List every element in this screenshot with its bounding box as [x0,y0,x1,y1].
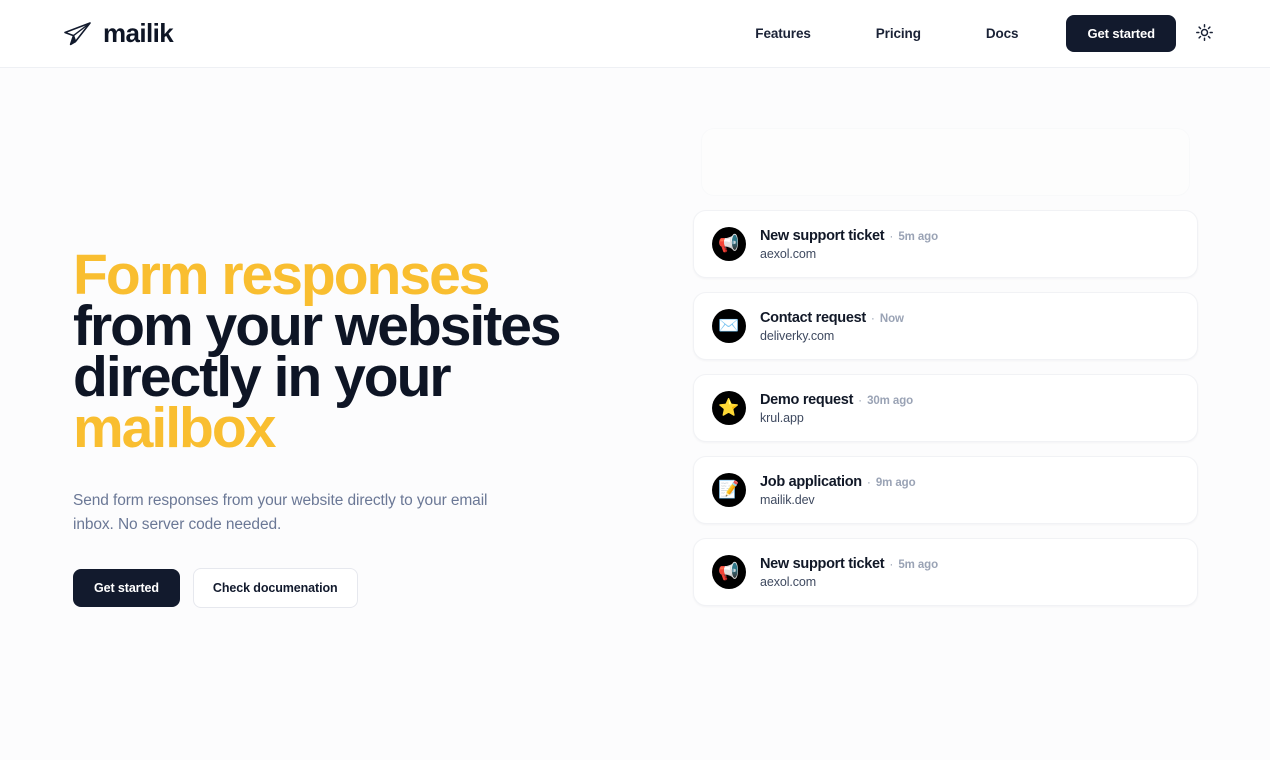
hero-visual: 📢 New support ticket · 5m ago aexol.com … [673,68,1216,760]
notification-timestamp: Now [879,312,904,325]
notification-domain: krul.app [760,410,804,425]
notification-timestamp: 30m ago [867,394,914,407]
notification-card[interactable]: 📢 New support ticket · 5m ago aexol.com [693,538,1198,606]
notification-separator: · [889,228,894,243]
notification-body: New support ticket · 5m ago aexol.com [760,228,938,261]
notification-body: Demo request · 30m ago krul.app [760,392,913,425]
notification-body: New support ticket · 5m ago aexol.com [760,556,938,589]
hero-section: Form responses from your websites direct… [0,68,1270,760]
megaphone-icon: 📢 [712,555,746,589]
hero-actions: Get started Check documenation [73,568,673,608]
notification-card[interactable]: 📝 Job application · 9m ago mailik.dev [693,456,1198,524]
notification-card-ghost [701,128,1190,196]
header-get-started-button[interactable]: Get started [1066,15,1176,52]
notification-domain: aexol.com [760,574,817,589]
megaphone-icon: 📢 [712,227,746,261]
notification-title: Contact request [760,309,866,326]
sun-icon [1195,23,1213,44]
notification-separator: · [866,474,871,489]
notification-timestamp: 9m ago [875,476,916,489]
notification-domain: mailik.dev [760,492,815,507]
notification-separator: · [858,392,863,407]
nav-link-docs[interactable]: Docs [986,18,1019,49]
notification-separator: · [889,556,894,571]
notification-card[interactable]: ✉️ Contact request · Now deliverky.com [693,292,1198,360]
notification-title-line: Demo request · 30m ago [760,392,913,408]
notification-stack: 📢 New support ticket · 5m ago aexol.com … [693,128,1198,620]
hero-get-started-button[interactable]: Get started [73,569,180,607]
notification-domain: deliverky.com [760,328,835,343]
notification-card[interactable]: 📢 New support ticket · 5m ago aexol.com [693,210,1198,278]
notification-title: Job application [760,473,862,490]
hero-subtitle: Send form responses from your website di… [73,492,488,533]
hero-check-documentation-button[interactable]: Check documenation [192,568,358,608]
notification-title-line: New support ticket · 5m ago [760,228,938,244]
notification-card[interactable]: ⭐ Demo request · 30m ago krul.app [693,374,1198,442]
notification-body: Job application · 9m ago mailik.dev [760,474,916,507]
paper-plane-icon [62,19,92,49]
nav-link-pricing[interactable]: Pricing [876,18,921,49]
site-header: mailik Features Pricing Docs Get started [0,0,1270,68]
brand-logo[interactable]: mailik [62,18,174,49]
notification-timestamp: 5m ago [898,558,938,571]
main-nav: Features Pricing Docs Get started [755,15,1216,52]
star-icon: ⭐ [712,391,746,425]
notification-title: New support ticket [760,555,885,572]
notification-title-line: Job application · 9m ago [760,474,916,490]
notification-domain: aexol.com [760,246,817,261]
notification-separator: · [870,310,875,325]
memo-icon: 📝 [712,473,746,507]
notification-title-line: New support ticket · 5m ago [760,556,938,572]
page-title: Form responses from your websites direct… [73,247,613,457]
headline-accent-end: mailbox [73,396,276,460]
notification-title: New support ticket [760,227,885,244]
notification-title-line: Contact request · Now [760,310,904,326]
notification-title: Demo request [760,391,854,408]
notification-body: Contact request · Now deliverky.com [760,310,904,343]
envelope-icon: ✉️ [712,309,746,343]
notification-timestamp: 5m ago [898,230,938,243]
brand-name: mailik [103,18,174,48]
nav-link-features[interactable]: Features [755,18,811,49]
headline-middle: from your websites directly in your [73,294,562,409]
theme-toggle-button[interactable] [1192,22,1216,46]
hero-copy: Form responses from your websites direct… [73,68,673,760]
